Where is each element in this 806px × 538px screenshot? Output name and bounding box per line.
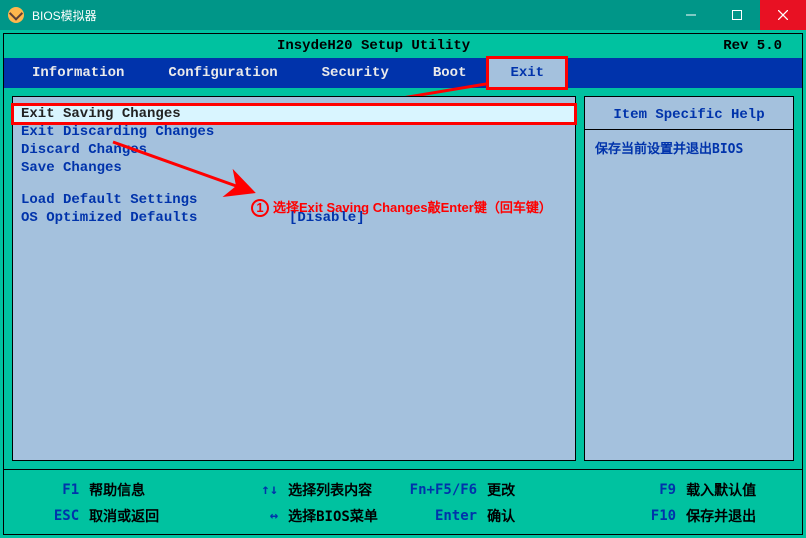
window-title: BIOS模拟器 [32, 7, 668, 24]
window-close-button[interactable] [760, 0, 806, 30]
bios-header: InsydeH20 Setup Utility Rev 5.0 [4, 34, 802, 58]
tab-configuration[interactable]: Configuration [146, 58, 299, 88]
legend-key-leftright: ↔ [205, 504, 282, 528]
footer-legend: F1 帮助信息 ↑↓ 选择列表内容 Fn+F5/F6 更改 F9 载入默认值 E… [4, 469, 802, 534]
legend-desc-esc: 取消或返回 [85, 504, 203, 528]
menu-item-exit-discarding-changes[interactable]: Exit Discarding Changes [13, 123, 575, 141]
legend-desc-f10: 保存并退出 [682, 504, 800, 528]
legend-key-f1: F1 [6, 478, 83, 502]
legend-key-esc: ESC [6, 504, 83, 528]
legend-key-f10: F10 [603, 504, 680, 528]
legend-key-f5f6: Fn+F5/F6 [404, 478, 481, 502]
menu-spacer [13, 177, 575, 191]
app-icon [8, 7, 24, 23]
tab-security[interactable]: Security [300, 58, 411, 88]
tab-boot[interactable]: Boot [411, 58, 489, 88]
legend-desc-enter: 确认 [483, 504, 601, 528]
menu-item-exit-saving-changes[interactable]: Exit Saving Changes [13, 105, 575, 123]
help-header: Item Specific Help [585, 105, 793, 130]
annotation-number-icon: 1 [251, 199, 269, 217]
menu-panel: Exit Saving Changes Exit Discarding Chan… [12, 96, 576, 461]
help-panel: Item Specific Help 保存当前设置并退出BIOS [584, 96, 794, 461]
bios-revision: Rev 5.0 [723, 38, 782, 54]
tab-information[interactable]: Information [10, 58, 146, 88]
legend-desc-leftright: 选择BIOS菜单 [284, 504, 402, 528]
annotation-text: 1选择Exit Saving Changes敲Enter键（回车键） [251, 197, 552, 217]
bios-title: InsydeH20 Setup Utility [24, 38, 723, 54]
help-body: 保存当前设置并退出BIOS [585, 130, 793, 165]
legend-desc-f5f6: 更改 [483, 478, 601, 502]
window-maximize-button[interactable] [714, 0, 760, 30]
tab-bar: Information Configuration Security Boot … [4, 58, 802, 88]
legend-desc-updown: 选择列表内容 [284, 478, 402, 502]
window-minimize-button[interactable] [668, 0, 714, 30]
legend-key-f9: F9 [603, 478, 680, 502]
window-titlebar: BIOS模拟器 [0, 0, 806, 30]
menu-item-discard-changes[interactable]: Discard Changes [13, 141, 575, 159]
legend-key-enter: Enter [404, 504, 481, 528]
menu-item-save-changes[interactable]: Save Changes [13, 159, 575, 177]
legend-key-updown: ↑↓ [205, 478, 282, 502]
tab-exit[interactable]: Exit [488, 58, 566, 88]
legend-desc-f9: 载入默认值 [682, 478, 800, 502]
legend-desc-f1: 帮助信息 [85, 478, 203, 502]
